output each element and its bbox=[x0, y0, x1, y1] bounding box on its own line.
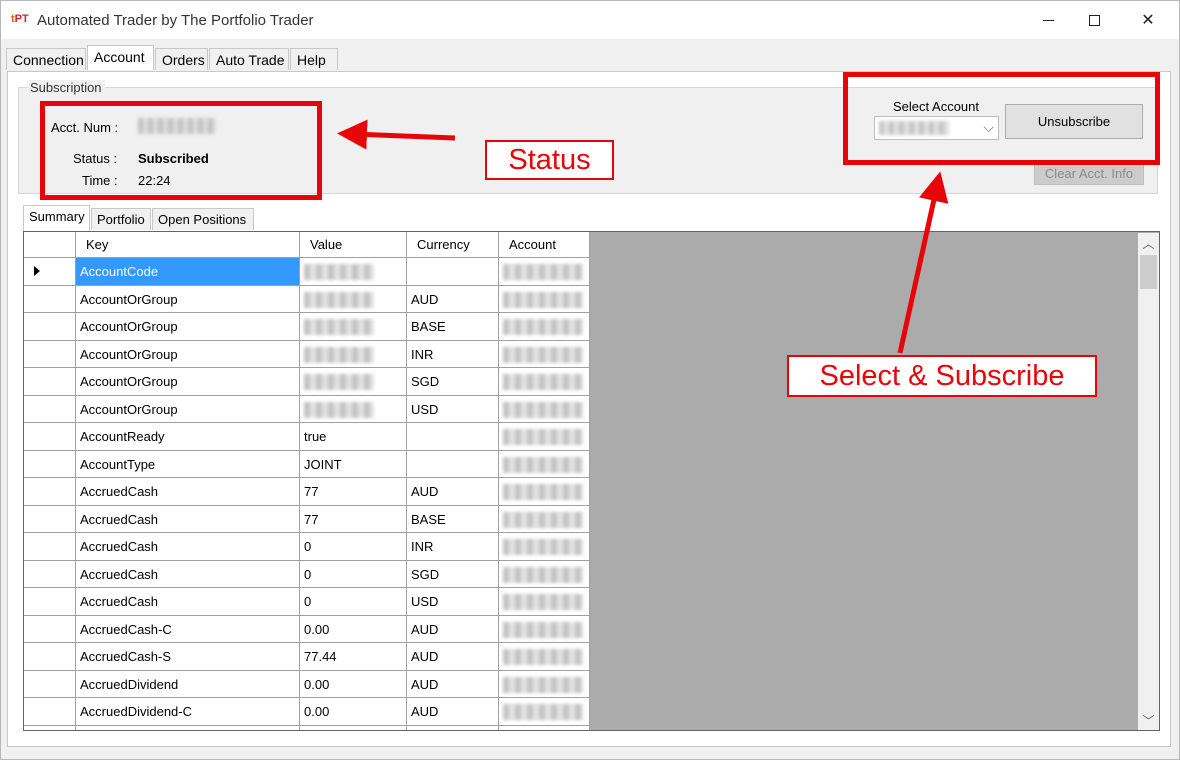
status-arrow bbox=[337, 119, 456, 150]
annotation-arrows bbox=[337, 119, 949, 354]
subtab-summary[interactable]: Summary bbox=[23, 205, 90, 231]
subscribe-arrow bbox=[897, 171, 949, 354]
tab-account[interactable]: Account bbox=[87, 45, 154, 70]
